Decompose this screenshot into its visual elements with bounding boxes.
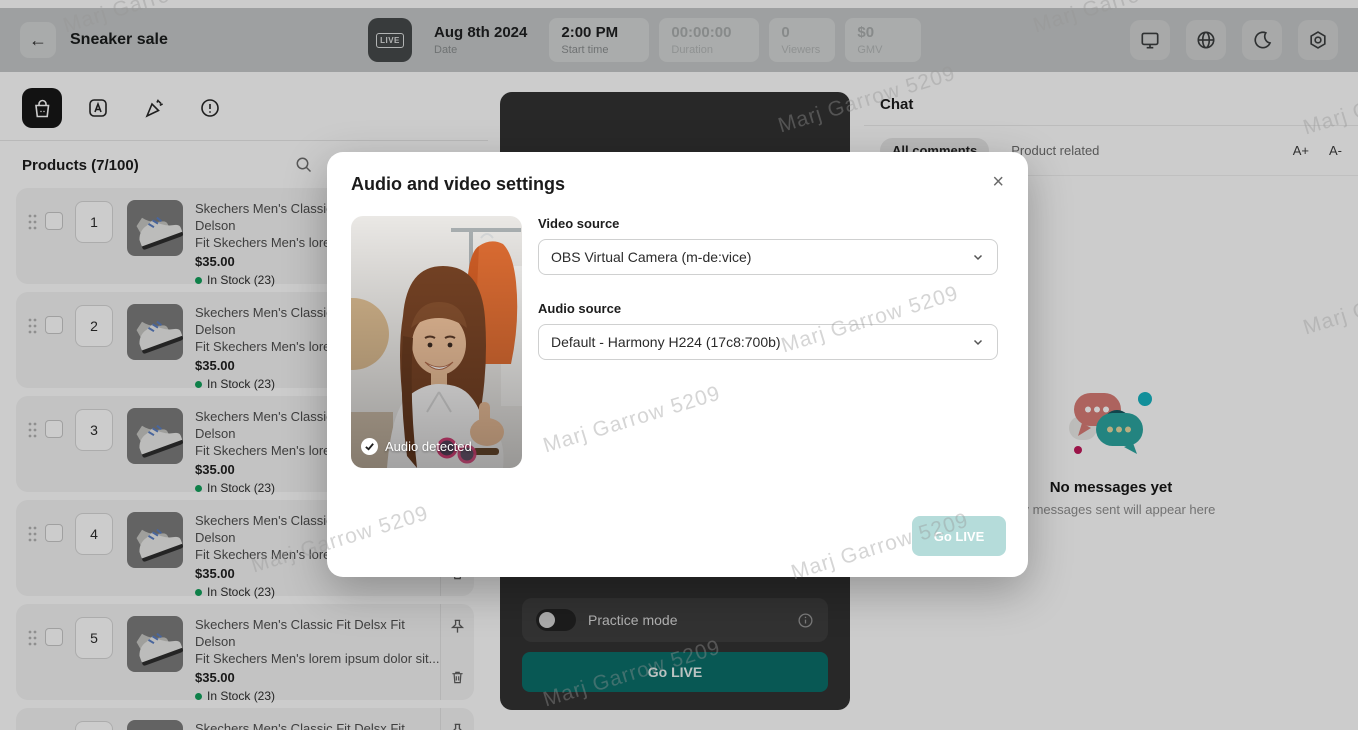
video-source-select[interactable]: OBS Virtual Camera (m-de:vice) <box>538 239 998 275</box>
camera-preview-image <box>351 216 522 468</box>
chevron-down-icon <box>971 335 985 349</box>
live-studio-app: ← Sneaker sale LIVE Aug 8th 2024 Date 2:… <box>0 0 1358 730</box>
video-source-value: OBS Virtual Camera (m-de:vice) <box>551 249 751 265</box>
close-icon[interactable]: × <box>992 170 1004 194</box>
audio-video-settings-modal: Audio and video settings × <box>327 152 1028 577</box>
audio-detected-label: Audio detected <box>385 439 472 454</box>
modal-form: Video source OBS Virtual Camera (m-de:vi… <box>538 216 998 360</box>
audio-source-value: Default - Harmony H224 (17c8:700b) <box>551 334 781 350</box>
modal-go-live-button[interactable]: Go LIVE <box>912 516 1006 556</box>
check-circle-icon <box>361 438 378 455</box>
audio-source-label: Audio source <box>538 301 998 316</box>
video-source-label: Video source <box>538 216 998 231</box>
modal-title: Audio and video settings <box>351 174 565 195</box>
chevron-down-icon <box>971 250 985 264</box>
audio-source-select[interactable]: Default - Harmony H224 (17c8:700b) <box>538 324 998 360</box>
camera-preview <box>351 216 522 468</box>
audio-detected-badge: Audio detected <box>361 438 472 455</box>
